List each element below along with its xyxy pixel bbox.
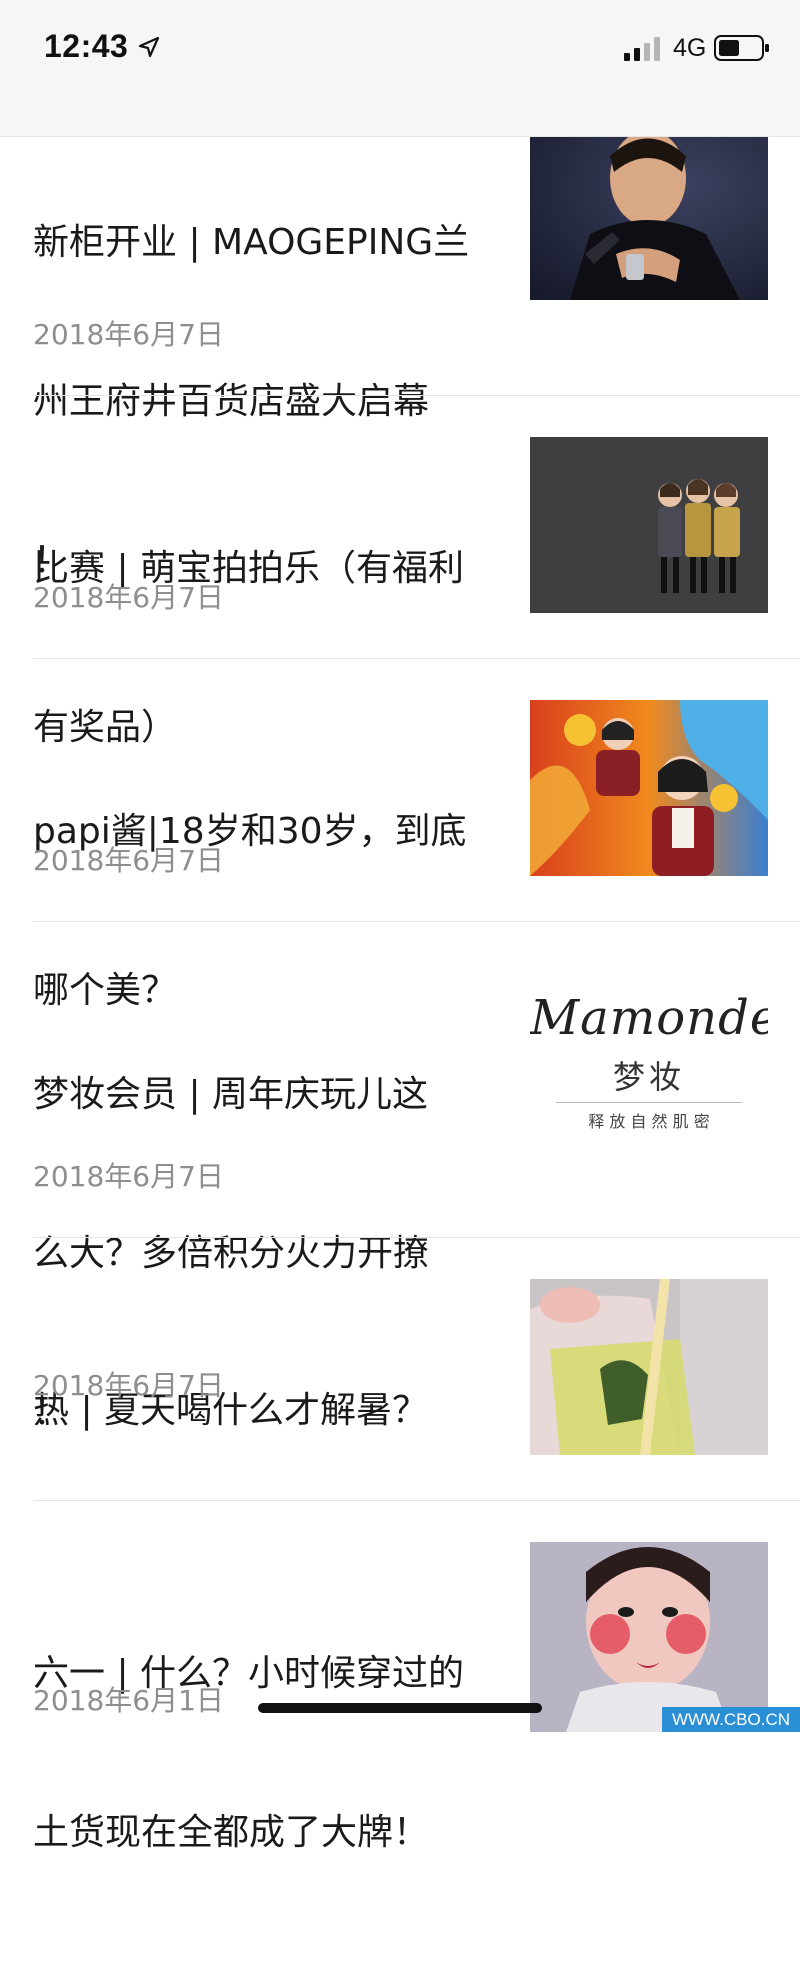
article-date: 2018年6月1日 <box>33 1684 224 1717</box>
brand-chinese: 梦妆 <box>612 1058 685 1096</box>
list-item[interactable]: 热 | 夏天喝什么才解暑？ 2018年6月7日 <box>33 1238 800 1500</box>
article-thumbnail <box>530 136 768 300</box>
list-item[interactable]: 六一 | 什么？小时候穿过的 土货现在全都成了大牌！ 2018年6月1日 <box>33 1501 800 1853</box>
article-date: 2018年6月7日 <box>33 844 224 877</box>
article-date: 2018年6月7日 <box>33 581 224 614</box>
drink-pouch-photo <box>530 1279 768 1455</box>
papi-video-cover <box>530 700 768 876</box>
mamonde-logo: Mamonde 梦妆 释 放 自 然 肌 密 <box>530 976 768 1152</box>
article-thumbnail <box>530 1542 768 1732</box>
article-list: 新柜开业 | MAOGEPING兰 州王府井百货店盛大启幕 ！ 2018年6月7… <box>0 0 800 1853</box>
network-type: 4G <box>673 34 707 62</box>
article-date: 2018年6月7日 <box>33 1160 224 1193</box>
brand-slogan: 释 放 自 然 肌 密 <box>588 1112 710 1131</box>
article-title: 六一 | 什么？小时候穿过的 土货现在全都成了大牌！ <box>33 1653 465 1853</box>
three-girls-photo <box>530 437 768 613</box>
watermark: WWW.CBO.CN <box>662 1707 800 1732</box>
location-arrow-icon <box>138 36 160 58</box>
article-thumbnail <box>530 700 768 876</box>
list-item[interactable]: 梦妆会员 | 周年庆玩儿这 么大？多倍积分火力开撩 ！ 2018年6月7日 Ma… <box>33 922 800 1433</box>
home-indicator[interactable] <box>258 1703 542 1713</box>
list-item[interactable]: 比赛 | 萌宝拍拍乐（有福利 有奖品） 2018年6月7日 <box>33 396 800 748</box>
cellular-signal-icon <box>624 37 660 61</box>
brand-wordmark: Mamonde <box>530 990 768 1046</box>
list-item[interactable]: papi酱|18岁和30岁，到底 哪个美？ 2018年6月7日 <box>33 659 800 1011</box>
article-thumbnail <box>530 1279 768 1455</box>
man-portrait-photo <box>530 136 768 300</box>
status-bar: 12:43 4G <box>0 0 800 137</box>
child-makeup-photo <box>530 1542 768 1732</box>
status-time: 12:43 <box>44 28 129 64</box>
battery-icon <box>714 35 769 61</box>
brand-divider <box>556 1102 742 1103</box>
article-date: 2018年6月7日 <box>33 318 224 351</box>
list-item[interactable]: 新柜开业 | MAOGEPING兰 州王府井百货店盛大启幕 ！ 2018年6月7… <box>33 124 800 581</box>
article-date: 2018年6月7日 <box>33 1369 224 1402</box>
article-thumbnail <box>530 437 768 613</box>
